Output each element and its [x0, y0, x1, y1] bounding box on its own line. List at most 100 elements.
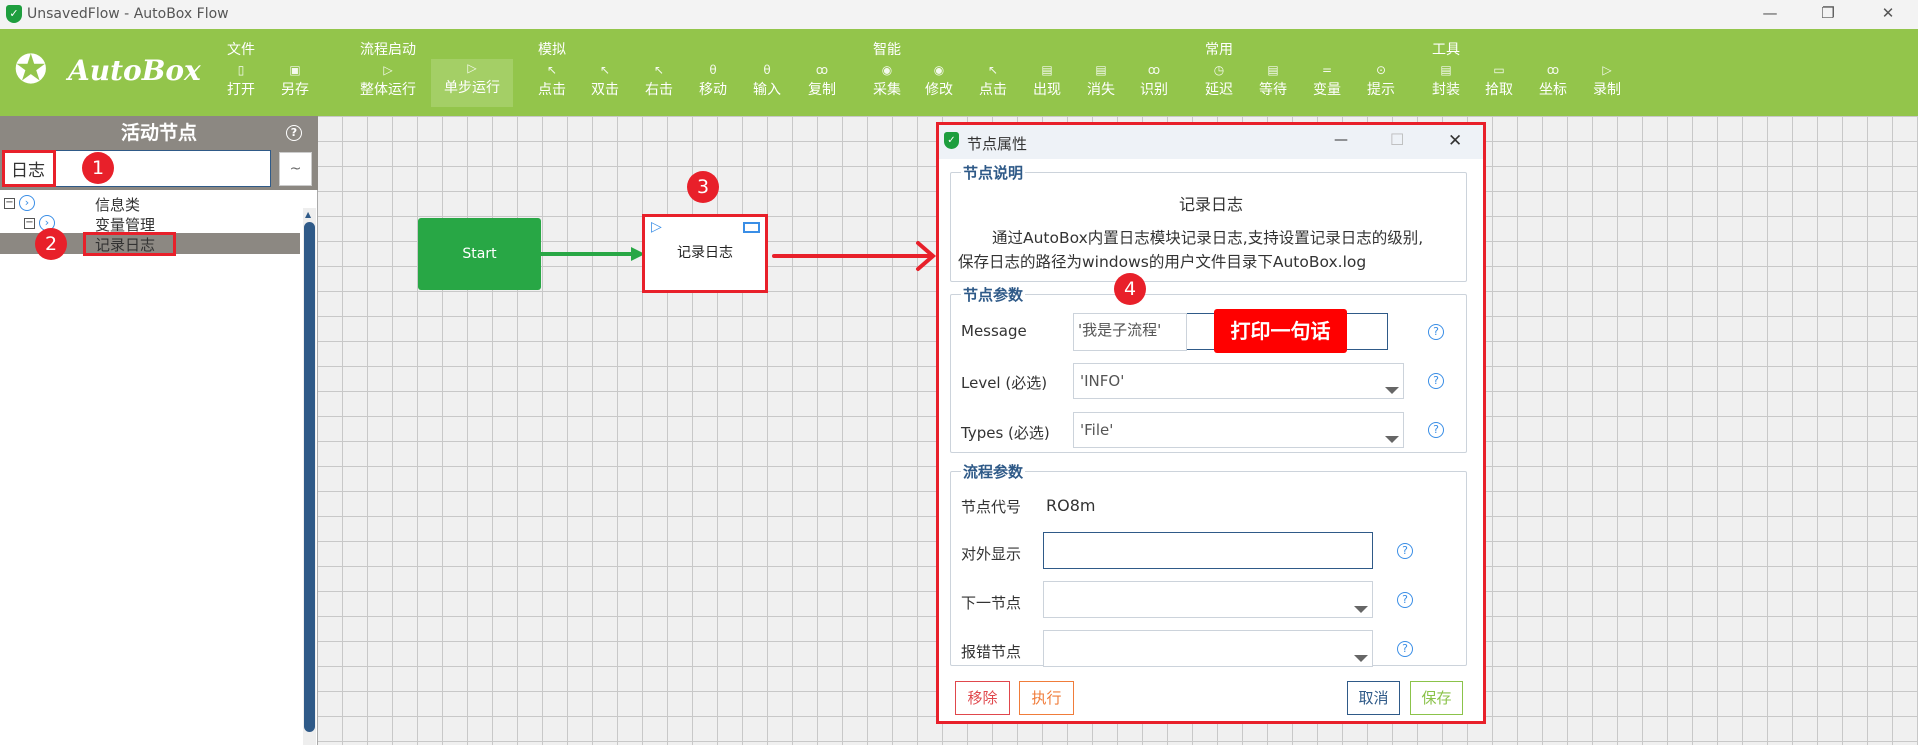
- dialog-title: 节点属性: [967, 135, 1028, 153]
- toolbar-button-label: 识别: [1140, 82, 1168, 98]
- logo-star-icon: ✪: [14, 47, 48, 93]
- toolbar-button[interactable]: θ 移动: [683, 59, 743, 103]
- toolbar-button[interactable]: ⊙ 提示: [1351, 59, 1411, 103]
- level-select[interactable]: 'INFO': [1073, 363, 1404, 399]
- shield-check-icon: ✓: [6, 5, 22, 23]
- types-label: Types (必选): [961, 424, 1050, 442]
- cursor-icon: ↖: [653, 63, 665, 77]
- calendar-clock-icon: ▤: [1041, 63, 1053, 77]
- cancel-button[interactable]: 取消: [1347, 681, 1400, 715]
- toolbar-button[interactable]: ▷ 单步运行: [431, 59, 513, 107]
- toolbar-button-label: 录制: [1593, 82, 1621, 98]
- scrollbar-thumb[interactable]: [304, 222, 315, 732]
- toolbar-button-label: 延迟: [1205, 82, 1233, 98]
- toolbar-button-label: 坐标: [1539, 82, 1567, 98]
- execute-button[interactable]: 执行: [1019, 681, 1074, 715]
- toolbar-button-label: 修改: [925, 82, 953, 98]
- open-icon: ▯: [237, 63, 245, 77]
- toolbar-button[interactable]: ◷ 延迟: [1189, 59, 1249, 103]
- run-icon: ▷: [383, 63, 393, 77]
- error-node-select[interactable]: [1043, 630, 1373, 667]
- toolbar-button[interactable]: ▣ 另存: [265, 59, 325, 103]
- dropdown-arrow-icon: [1385, 436, 1399, 443]
- toolbar-button[interactable]: ◉ 修改: [909, 59, 969, 103]
- toolbar-button-label: 单步运行: [444, 80, 500, 96]
- clock-icon: ◷: [1213, 63, 1225, 77]
- remove-button[interactable]: 移除: [955, 681, 1010, 715]
- toolbar-button[interactable]: ▤ 消失: [1071, 59, 1131, 103]
- collapse-icon[interactable]: −: [4, 198, 15, 209]
- connector-arrow: [541, 247, 645, 261]
- toolbar-button-label: 双击: [591, 82, 619, 98]
- toolbar-button[interactable]: ↖ 双击: [575, 59, 635, 103]
- toolbar-button[interactable]: = 变量: [1297, 59, 1357, 103]
- toolbar-button[interactable]: ↖ 点击: [522, 59, 582, 103]
- toolbar-button[interactable]: ◉ 采集: [857, 59, 917, 103]
- display-label: 对外显示: [961, 545, 1022, 563]
- restore-button[interactable]: ❐: [1818, 4, 1838, 22]
- toolbar-button[interactable]: ▤ 出现: [1017, 59, 1077, 103]
- scrollbar[interactable]: ▲: [303, 208, 316, 745]
- close-button[interactable]: ✕: [1878, 4, 1898, 22]
- toolbar-group-label: 工具: [1432, 42, 1460, 58]
- help-icon[interactable]: ?: [1428, 422, 1444, 438]
- toolbar-button[interactable]: ꝏ 复制: [792, 59, 852, 103]
- toolbar-button[interactable]: ↖ 点击: [963, 59, 1023, 103]
- collapse-icon[interactable]: −: [24, 218, 35, 229]
- chevron-right-icon: ›: [19, 195, 35, 211]
- record-log-node[interactable]: ▷ 记录日志: [642, 214, 768, 293]
- glasses-icon: ꝏ: [815, 63, 829, 77]
- next-node-label: 下一节点: [961, 594, 1022, 612]
- mouse-icon: θ: [709, 63, 717, 77]
- minimize-button[interactable]: —: [1760, 4, 1780, 22]
- help-icon[interactable]: ?: [1428, 324, 1444, 340]
- help-icon[interactable]: ?: [1428, 373, 1444, 389]
- display-input[interactable]: [1043, 532, 1373, 569]
- calendar-clock-icon: ▤: [1267, 63, 1279, 77]
- message-label: Message: [961, 322, 1027, 340]
- dropdown-arrow-icon: [1385, 387, 1399, 394]
- toolbar-button[interactable]: ▭ 拾取: [1469, 59, 1529, 103]
- next-node-select[interactable]: [1043, 581, 1373, 618]
- toolbar-button-label: 等待: [1259, 82, 1287, 98]
- message-value[interactable]: '我是子流程': [1073, 313, 1187, 351]
- error-node-label: 报错节点: [961, 643, 1022, 661]
- help-icon[interactable]: ?: [286, 125, 302, 141]
- highlight-box: [83, 232, 176, 256]
- panel-title: 活动节点: [0, 116, 318, 150]
- toolbar-button[interactable]: ▷ 整体运行: [358, 59, 418, 103]
- toolbar-button[interactable]: ▷ 录制: [1577, 59, 1637, 103]
- help-icon[interactable]: ?: [1397, 543, 1413, 559]
- toolbar-button[interactable]: ↖ 右击: [629, 59, 689, 103]
- help-icon[interactable]: ?: [1397, 592, 1413, 608]
- start-node[interactable]: Start: [418, 218, 541, 290]
- toolbar-button-label: 打开: [227, 82, 255, 98]
- cursor-icon: ↖: [987, 63, 999, 77]
- toolbar-button[interactable]: ꝏ 坐标: [1523, 59, 1583, 103]
- toolbar-group-label: 模拟: [538, 42, 566, 58]
- logo-text: AutoBox: [68, 54, 201, 87]
- node-description-line: 通过AutoBox内置日志模块记录日志,支持设置记录日志的级别,: [992, 229, 1424, 247]
- scroll-up-icon[interactable]: ▲: [305, 210, 311, 219]
- toolbar-button[interactable]: θ 输入: [737, 59, 797, 103]
- types-select[interactable]: 'File': [1073, 412, 1404, 448]
- dialog-minimize-button[interactable]: —: [1334, 132, 1348, 148]
- save-button[interactable]: 保存: [1410, 681, 1463, 715]
- toolbar-button[interactable]: ꝏ 识别: [1124, 59, 1184, 103]
- toolbar-button-label: 提示: [1367, 82, 1395, 98]
- highlight-box: [2, 150, 56, 187]
- toolbar-button[interactable]: ▤ 等待: [1243, 59, 1303, 103]
- cursor-icon: ↖: [546, 63, 558, 77]
- document-icon: ▤: [1440, 63, 1452, 77]
- toolbar-button[interactable]: ▯ 打开: [211, 59, 271, 103]
- help-icon[interactable]: ?: [1397, 641, 1413, 657]
- dropdown-arrow-icon: [1354, 606, 1368, 613]
- section-legend: 节点参数: [963, 286, 1024, 304]
- tree-item-label: 信息类: [95, 196, 141, 214]
- dialog-close-button[interactable]: ✕: [1448, 131, 1462, 151]
- toolbar-button-label: 移动: [699, 82, 727, 98]
- toolbar-button[interactable]: ▤ 封装: [1416, 59, 1476, 103]
- dialog-maximize-button[interactable]: ☐: [1390, 130, 1404, 149]
- search-options-button[interactable]: ~: [279, 152, 312, 186]
- tree-item-info[interactable]: − › 信息类: [0, 193, 300, 214]
